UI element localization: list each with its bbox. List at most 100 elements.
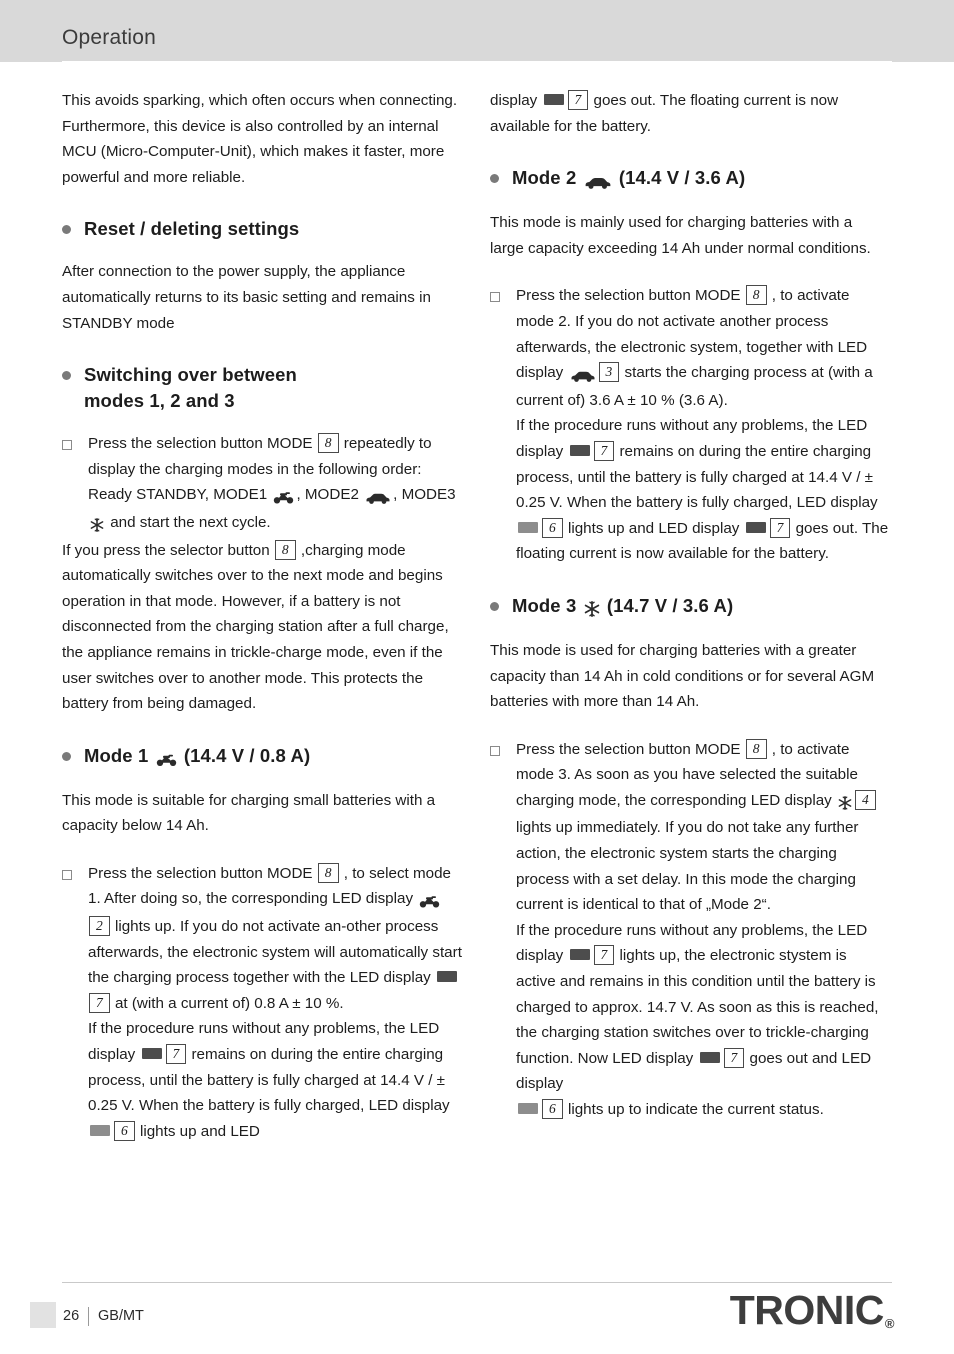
keybox-7: 7 (165, 1044, 187, 1065)
list-item-body: Press the selection button MODE 8 , to s… (88, 861, 462, 1145)
text: lights up to indicate the current status… (567, 1101, 824, 1118)
keybox-7: 7 (769, 517, 791, 538)
square-bullet-icon (62, 869, 72, 880)
snowflake-icon (90, 512, 104, 538)
mode-2-values: (14.4 V / 3.6 A) (618, 167, 746, 189)
bullet-dot-icon (62, 371, 71, 381)
led-bar-icon (141, 1048, 162, 1060)
brand-name: TRONIC (729, 1287, 885, 1333)
keybox-4: 4 (854, 789, 876, 810)
left-column: This avoids sparking, which often occurs… (62, 88, 462, 1144)
led-bar-icon (569, 949, 590, 961)
language-code: GB/MT (98, 1308, 144, 1324)
text: lights up and LED display (567, 519, 740, 537)
list-item: Press the selection button MODE 8 , to s… (62, 861, 462, 1145)
bullet-dot-icon (490, 601, 499, 611)
text: Press the selection button MODE (88, 864, 313, 882)
mode-3-paragraph: This mode is used for charging batteries… (490, 641, 875, 711)
motorcycle-icon (273, 484, 294, 510)
footer-marker (30, 1302, 56, 1328)
text: lights up immediately. If you do not tak… (516, 819, 859, 914)
mode-1-values: (14.4 V / 0.8 A) (183, 744, 311, 766)
keybox-8: 8 (274, 539, 296, 560)
keybox-7: 7 (567, 90, 589, 110)
keybox-7: 7 (593, 945, 615, 966)
footer-divider (88, 1307, 89, 1326)
snowflake-icon (838, 790, 852, 816)
text: lights up and LED (139, 1122, 260, 1140)
motorcycle-icon (419, 888, 440, 914)
page-title: Operation (62, 26, 157, 49)
heading-switching-line1: Switching over between (84, 364, 297, 386)
led-bar-icon (90, 1124, 110, 1136)
registered-mark: ® (884, 1316, 895, 1331)
keybox-6: 6 (542, 1099, 563, 1119)
mode-3-label: Mode 3 (512, 594, 577, 616)
text: ,charging mode automatically switches ov… (62, 541, 449, 713)
list-item: Press the selection button MODE 8 repeat… (62, 431, 462, 537)
text: at (with a current of) 0.8 A ± 10 %. (114, 994, 344, 1012)
motorcycle-icon (156, 745, 177, 771)
text: goes out. The floating current is now av… (490, 92, 839, 135)
heading-mode-3-text: Mode 3 (14.7 V / 3.6 A) (512, 593, 733, 621)
heading-switching-line2: modes 1, 2 and 3 (84, 390, 235, 412)
mode-2-paragraph: This mode is mainly used for charging ba… (490, 214, 871, 257)
text: lights up. If you do not activate an-oth… (88, 918, 462, 987)
keybox-6: 6 (542, 517, 563, 538)
keybox-8: 8 (745, 285, 767, 306)
heading-mode-1-text: Mode 1 (14.4 V / 0.8 A) (84, 743, 310, 771)
page-footer: 26 GB/MT TRONIC® (0, 1282, 954, 1354)
mode-1-paragraph: This mode is suitable for charging small… (62, 791, 436, 835)
bullet-dot-icon (62, 751, 71, 761)
page-header: Operation (0, 0, 954, 62)
bullet-dot-icon (490, 174, 499, 184)
square-bullet-icon (490, 292, 500, 303)
heading-mode-2: Mode 2 (14.4 V / 3.6 A) (490, 165, 890, 193)
continuation-paragraph: display 7 goes out. The floating current… (490, 88, 890, 139)
led-bar-icon (699, 1051, 720, 1063)
snowflake-icon (584, 595, 600, 621)
led-bar-icon (543, 94, 564, 105)
led-bar-icon (518, 1103, 538, 1114)
list-item: Press the selection button MODE 8 , to a… (490, 283, 890, 567)
reset-paragraph: After connection to the power supply, th… (62, 263, 431, 332)
led-bar-icon (745, 521, 766, 533)
header-rule (62, 61, 892, 62)
keybox-2: 2 (89, 916, 110, 937)
right-column: display 7 goes out. The floating current… (490, 88, 890, 1123)
heading-reset-text: Reset / deleting settings (84, 218, 300, 240)
switching-paragraph: If you press the selector button 8 ,char… (62, 538, 462, 717)
square-bullet-icon (490, 745, 500, 756)
list-item-body: Press the selection button MODE 8 repeat… (88, 431, 462, 537)
page-number: 26 (63, 1308, 80, 1324)
keybox-8: 8 (317, 862, 339, 883)
keybox-3: 3 (598, 362, 620, 383)
document-page: Operation This avoids sparking, which of… (0, 0, 954, 1354)
bullet-dot-icon (62, 225, 71, 235)
text: display (490, 92, 538, 109)
heading-mode-1: Mode 1 (14.4 V / 0.8 A) (62, 743, 462, 771)
text: Press the selection button MODE (88, 435, 313, 453)
led-bar-icon (518, 521, 538, 533)
keybox-8: 8 (317, 433, 339, 454)
text: , MODE2 (296, 486, 359, 504)
keybox-7: 7 (89, 992, 110, 1013)
text: , MODE3 (393, 486, 456, 504)
text: and start the next cycle. (110, 513, 271, 531)
keybox-7: 7 (593, 440, 615, 461)
mode-3-values: (14.7 V / 3.6 A) (606, 594, 734, 616)
car-icon (365, 484, 391, 510)
intro-paragraph: This avoids sparking, which often occurs… (62, 92, 458, 186)
car-icon (584, 167, 612, 193)
keybox-6: 6 (114, 1120, 135, 1141)
square-bullet-icon (62, 440, 72, 451)
keybox-7: 7 (723, 1047, 745, 1068)
text: Press the selection button MODE (516, 287, 741, 305)
heading-switching: Switching over between modes 1, 2 and 3 (62, 362, 462, 414)
keybox-8: 8 (745, 738, 767, 759)
mode-1-label: Mode 1 (84, 744, 149, 766)
list-item-body: Press the selection button MODE 8 , to a… (516, 737, 890, 1123)
car-icon (570, 362, 596, 388)
footer-rule (62, 1282, 892, 1283)
led-bar-icon (569, 444, 590, 456)
